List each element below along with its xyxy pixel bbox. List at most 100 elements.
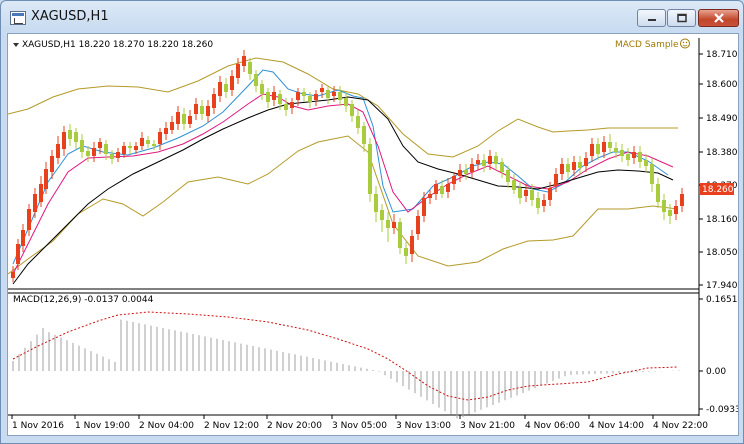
candle: [110, 150, 114, 164]
close-button[interactable]: [698, 9, 739, 27]
candle: [188, 110, 192, 128]
candle: [374, 186, 378, 222]
price-tick-label: 17.940: [706, 281, 738, 291]
macd-tick-label: 0.00: [706, 367, 726, 377]
candle: [416, 210, 420, 240]
chart-window-icon: [10, 11, 26, 25]
candle: [656, 178, 660, 208]
candle: [11, 266, 15, 282]
minimize-button[interactable]: [637, 9, 666, 27]
candle: [488, 150, 492, 170]
price-tick-label: 18.710: [706, 50, 738, 60]
price-tick-label: 18.600: [706, 80, 738, 90]
time-tick-label: 4 Nov 06:00: [525, 421, 580, 431]
candle: [92, 142, 96, 162]
chart-svg[interactable]: 18.71018.60018.49018.38018.27018.16018.0…: [7, 34, 741, 435]
candle: [326, 86, 330, 104]
moving-averages: [12, 69, 674, 285]
candle: [164, 122, 168, 140]
chart-area[interactable]: 18.71018.60018.49018.38018.27018.16018.0…: [7, 33, 741, 436]
candle: [500, 158, 504, 178]
candle: [512, 174, 516, 194]
candle: [578, 156, 582, 174]
time-tick-label: 3 Nov 13:00: [396, 421, 451, 431]
mid-ma-line: [12, 93, 674, 275]
candle: [254, 70, 258, 92]
candle: [224, 78, 228, 98]
candle: [470, 158, 474, 178]
candle: [122, 142, 126, 158]
candle: [668, 204, 672, 224]
candle: [128, 142, 132, 154]
candle: [218, 76, 222, 102]
candle: [21, 224, 25, 252]
price-tick-label: 18.380: [706, 148, 738, 158]
title-bar[interactable]: XAGUSD,H1: [1, 1, 743, 35]
candle: [422, 192, 426, 222]
candle: [632, 146, 636, 164]
candle: [410, 230, 414, 262]
bollinger-bands: [7, 57, 679, 275]
candle: [596, 138, 600, 160]
candle: [404, 242, 408, 264]
maximize-icon: [676, 13, 687, 23]
time-tick-label: 3 Nov 05:00: [332, 421, 387, 431]
candle: [242, 50, 246, 72]
candle: [200, 100, 204, 120]
triangle-down-icon[interactable]: [13, 43, 19, 47]
price-axis: 18.71018.60018.49018.38018.27018.16018.0…: [699, 50, 741, 415]
candle: [560, 158, 564, 180]
candle: [464, 164, 468, 180]
chart-header: XAGUSD,H1 18.220 18.270 18.220 18.260: [22, 40, 213, 50]
candle: [170, 116, 174, 134]
maximize-button[interactable]: [667, 9, 696, 27]
candle: [56, 136, 60, 164]
candle: [182, 108, 186, 130]
candle: [338, 86, 342, 106]
slow-ma-line: [12, 96, 674, 285]
time-tick-label: 2 Nov 20:00: [267, 421, 322, 431]
macd-tick-label: -0.0933: [706, 405, 738, 415]
time-tick-label: 2 Nov 04:00: [139, 421, 194, 431]
candle: [680, 188, 684, 212]
candle: [524, 184, 528, 202]
candle: [74, 128, 78, 149]
candle: [380, 204, 384, 232]
time-axis: 1 Nov 2016 1 Nov 19:00 2 Nov 04:00 2 Nov 12…: [11, 415, 708, 431]
candle: [356, 110, 360, 134]
minimize-icon: [647, 19, 656, 21]
candle: [80, 134, 84, 158]
candle: [350, 100, 354, 122]
candle: [212, 88, 216, 114]
candle: [290, 98, 294, 114]
time-tick-label: 1 Nov 2016: [12, 421, 64, 431]
candle: [302, 88, 306, 102]
candle: [236, 58, 240, 84]
candle: [566, 158, 570, 178]
candle: [638, 146, 642, 168]
time-tick-label: 1 Nov 19:00: [75, 421, 130, 431]
candle: [266, 88, 270, 108]
candle: [146, 136, 150, 148]
candle: [446, 178, 450, 198]
candle: [344, 92, 348, 112]
candle: [260, 80, 264, 100]
indicator-name: MACD Sample: [615, 40, 679, 50]
candle: [398, 218, 402, 254]
macd-label: MACD(12,26,9) -0.0137 0.0044: [13, 295, 154, 305]
price-tick-label: 18.490: [706, 114, 738, 124]
macd-signal-line: [12, 311, 679, 401]
time-tick-label: 4 Nov 14:00: [589, 421, 644, 431]
candle: [33, 188, 37, 218]
candle: [314, 90, 318, 106]
candle: [482, 154, 486, 172]
price-tick-label: 18.050: [706, 248, 738, 258]
candle: [542, 194, 546, 212]
candle: [494, 152, 498, 170]
candle: [476, 154, 480, 170]
upper-band-line: [7, 57, 678, 158]
candle: [176, 106, 180, 130]
svg-text:18.260: 18.260: [702, 185, 734, 195]
candle: [626, 148, 630, 166]
price-tick-label: 18.160: [706, 215, 738, 225]
